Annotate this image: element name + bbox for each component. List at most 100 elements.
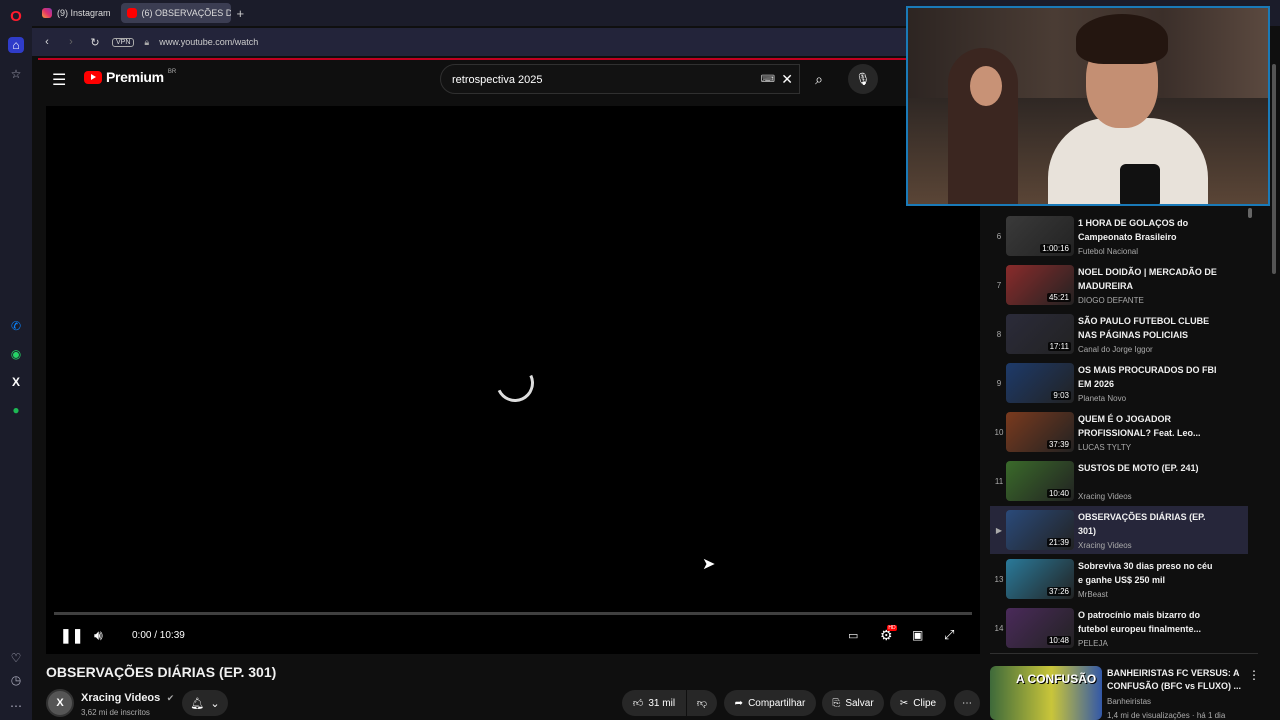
save-button[interactable]: ⎘ Salvar — [822, 690, 884, 716]
share-button[interactable]: ➦ Compartilhar — [724, 690, 816, 716]
playlist-thumbnail[interactable]: 37:26 — [1006, 559, 1074, 599]
playlist-thumbnail[interactable]: 17:11 — [1006, 314, 1074, 354]
playlist-item[interactable]: 13 37:26 Sobreviva 30 dias preso no céu e … — [990, 555, 1248, 603]
like-button[interactable]: 👍︎ 31 mil — [622, 690, 686, 716]
theater-mode-icon[interactable]: ▣ — [912, 624, 923, 646]
playlist-item-title[interactable]: OS MAIS PROCURADOS DO FBI EM 2026 — [1078, 363, 1218, 391]
search-button[interactable]: ⌕ — [802, 64, 836, 94]
spotify-icon[interactable]: ● — [8, 402, 24, 418]
playlist-index: 8 — [996, 330, 1002, 339]
pause-button[interactable]: ❚❚ — [60, 624, 83, 646]
playlist-item[interactable]: 7 45:21 NOEL DOIDÃO | MERCADÃO DE MADUREIR… — [990, 261, 1248, 309]
recommended-video[interactable]: A CONFUSÃO BANHEIRISTAS FC VERSUS: A CON… — [990, 664, 1266, 720]
playlist-thumbnail[interactable]: 45:21 — [1006, 265, 1074, 305]
youtube-masthead: ☰ Premium BR retrospectiva 2025 ⌨ ✕ ⌕ 🎙︎ — [40, 62, 910, 96]
page-scrollbar[interactable] — [1272, 64, 1276, 274]
clock-icon[interactable]: ◷ — [8, 672, 24, 688]
opera-logo-icon[interactable]: O — [8, 8, 24, 25]
settings-button[interactable]: ⚙ HD — [880, 624, 897, 646]
scissors-icon: ✂ — [899, 697, 909, 709]
playlist-thumbnail[interactable]: 10:48 — [1006, 608, 1074, 648]
duration-badge: 21:39 — [1046, 538, 1071, 547]
playlist-item-title[interactable]: SUSTOS DE MOTO (EP. 241) — [1078, 461, 1218, 475]
webcam-overlay — [906, 6, 1270, 206]
reload-icon[interactable]: ↻ — [88, 36, 102, 49]
recommended-title[interactable]: BANHEIRISTAS FC VERSUS: A CONFUSÃO (BFC … — [1107, 667, 1247, 693]
playlist-thumbnail[interactable]: 9:03 — [1006, 363, 1074, 403]
forward-icon[interactable]: › — [64, 36, 78, 48]
menu-icon[interactable]: ☰ — [52, 70, 66, 90]
more-icon[interactable]: ⋯ — [8, 698, 24, 714]
heart-icon[interactable]: ♡ — [8, 650, 24, 666]
playlist-thumbnail[interactable]: 10:40 — [1006, 461, 1074, 501]
recommended-thumbnail[interactable]: A CONFUSÃO — [990, 666, 1102, 720]
playlist-scrollbar[interactable] — [1248, 208, 1252, 218]
recommended-channel[interactable]: Banheiristas — [1107, 697, 1151, 706]
playlist-item-channel: Xracing Videos — [1078, 492, 1132, 501]
playlist-item-title[interactable]: NOEL DOIDÃO | MERCADÃO DE MADUREIRA — [1078, 265, 1218, 293]
playlist-item[interactable]: 6 1:00:16 1 HORA DE GOLAÇOS do Campeonato … — [990, 212, 1248, 260]
playlist-item[interactable]: ▶ 21:39 OBSERVAÇÕES DIÁRIAS (EP. 301) Xraci… — [990, 506, 1248, 554]
subtitles-icon[interactable]: ▭ — [848, 624, 858, 646]
share-icon: ➦ — [734, 697, 744, 709]
search-input[interactable]: retrospectiva 2025 — [452, 74, 543, 86]
bell-icon: 🔔︎ — [190, 697, 205, 710]
thumbnail-text: A CONFUSÃO — [1016, 672, 1097, 686]
clip-button[interactable]: ✂ Clipe — [890, 690, 946, 716]
webcam-streamer-hair — [1076, 14, 1168, 64]
playlist-thumbnail[interactable]: 21:39 — [1006, 510, 1074, 550]
playlist-item-title[interactable]: O patrocínio mais bizarro do futebol eur… — [1078, 608, 1218, 636]
video-player[interactable]: ➤ ❚❚ 🔊︎ 0:00 / 10:39 ▭ ⚙ HD ▣ ⤢ — [46, 106, 980, 654]
tab-label: (9) Instagram — [57, 8, 111, 18]
back-icon[interactable]: ‹ — [40, 36, 54, 48]
more-actions-button[interactable]: ⋯ — [954, 690, 980, 716]
playlist-item[interactable]: 14 10:48 O patrocínio mais bizarro do fute… — [990, 604, 1248, 652]
star-icon[interactable]: ☆ — [8, 66, 24, 82]
playlist-item-title[interactable]: SÃO PAULO FUTEBOL CLUBE NAS PÁGINAS POLI… — [1078, 314, 1218, 342]
keyboard-icon[interactable]: ⌨ — [761, 74, 775, 85]
playlist-item[interactable]: 8 17:11 SÃO PAULO FUTEBOL CLUBE NAS PÁGINA… — [990, 310, 1248, 358]
more-vert-icon[interactable]: ⋮ — [1248, 668, 1260, 682]
playlist-item-title[interactable]: OBSERVAÇÕES DIÁRIAS (EP. 301) — [1078, 510, 1218, 538]
messenger-icon[interactable]: ✆ — [8, 318, 24, 334]
playlist-item-title[interactable]: QUEM É O JOGADOR PROFISSIONAL? Feat. Leo… — [1078, 412, 1218, 440]
search-box[interactable]: retrospectiva 2025 ⌨ ✕ — [440, 64, 800, 94]
playlist-item[interactable]: 11 10:40 SUSTOS DE MOTO (EP. 241) Xracing V… — [990, 457, 1248, 505]
lock-icon[interactable]: 🔒︎ — [144, 37, 149, 48]
more-icon: ⋯ — [962, 697, 972, 709]
new-tab-icon[interactable]: + — [237, 6, 245, 21]
playlist-thumbnail[interactable]: 1:00:16 — [1006, 216, 1074, 256]
recommended-meta: 1,4 mi de visualizações · há 1 dia — [1107, 711, 1226, 720]
whatsapp-icon[interactable]: ◉ — [8, 346, 24, 362]
avatar[interactable]: X — [46, 688, 74, 717]
duration-badge: 10:48 — [1046, 636, 1071, 645]
dislike-button[interactable]: 👎︎ — [687, 690, 717, 716]
youtube-icon — [126, 8, 137, 18]
instagram-icon — [42, 8, 52, 18]
vpn-badge[interactable]: VPN — [112, 37, 135, 47]
playlist-index: 9 — [996, 379, 1002, 388]
playlist-item-channel: Xracing Videos — [1078, 541, 1132, 550]
voice-search-button[interactable]: 🎙︎ — [848, 64, 878, 94]
playlist-index: ▶ — [995, 526, 1003, 535]
volume-icon[interactable]: 🔊︎ — [94, 624, 103, 646]
playlist-item[interactable]: 9 9:03 OS MAIS PROCURADOS DO FBI EM 2026 Pl… — [990, 359, 1248, 407]
fullscreen-icon[interactable]: ⤢ — [944, 624, 954, 646]
home-icon[interactable]: ⌂ — [8, 37, 24, 53]
playlist-index: 14 — [994, 624, 1004, 633]
clear-search-icon[interactable]: ✕ — [781, 71, 793, 88]
notification-button[interactable]: 🔔︎ ⌄ — [182, 690, 228, 716]
progress-bar[interactable] — [54, 612, 972, 615]
verified-icon: ✔ — [166, 693, 175, 703]
tab-instagram[interactable]: (9) Instagram — [36, 3, 117, 23]
x-icon[interactable]: X — [8, 374, 24, 390]
playlist-item[interactable]: 10 37:39 QUEM É O JOGADOR PROFISSIONAL? Fe… — [990, 408, 1248, 456]
tab-youtube[interactable]: (6) OBSERVAÇÕES DIÁRIAS — [120, 3, 231, 23]
youtube-logo[interactable]: Premium BR — [84, 69, 176, 85]
playlist-item-title[interactable]: Sobreviva 30 dias preso no céu e ganhe U… — [1078, 559, 1218, 587]
channel-name[interactable]: Xracing Videos — [81, 692, 160, 704]
playlist-item[interactable]: 15A HISTÓRIA REAL DO HOMEM — [990, 653, 1248, 654]
playlist-item-title[interactable]: 1 HORA DE GOLAÇOS do Campeonato Brasilei… — [1078, 216, 1218, 244]
url-field[interactable]: www.youtube.com/watch — [159, 37, 258, 47]
playlist-thumbnail[interactable]: 37:39 — [1006, 412, 1074, 452]
